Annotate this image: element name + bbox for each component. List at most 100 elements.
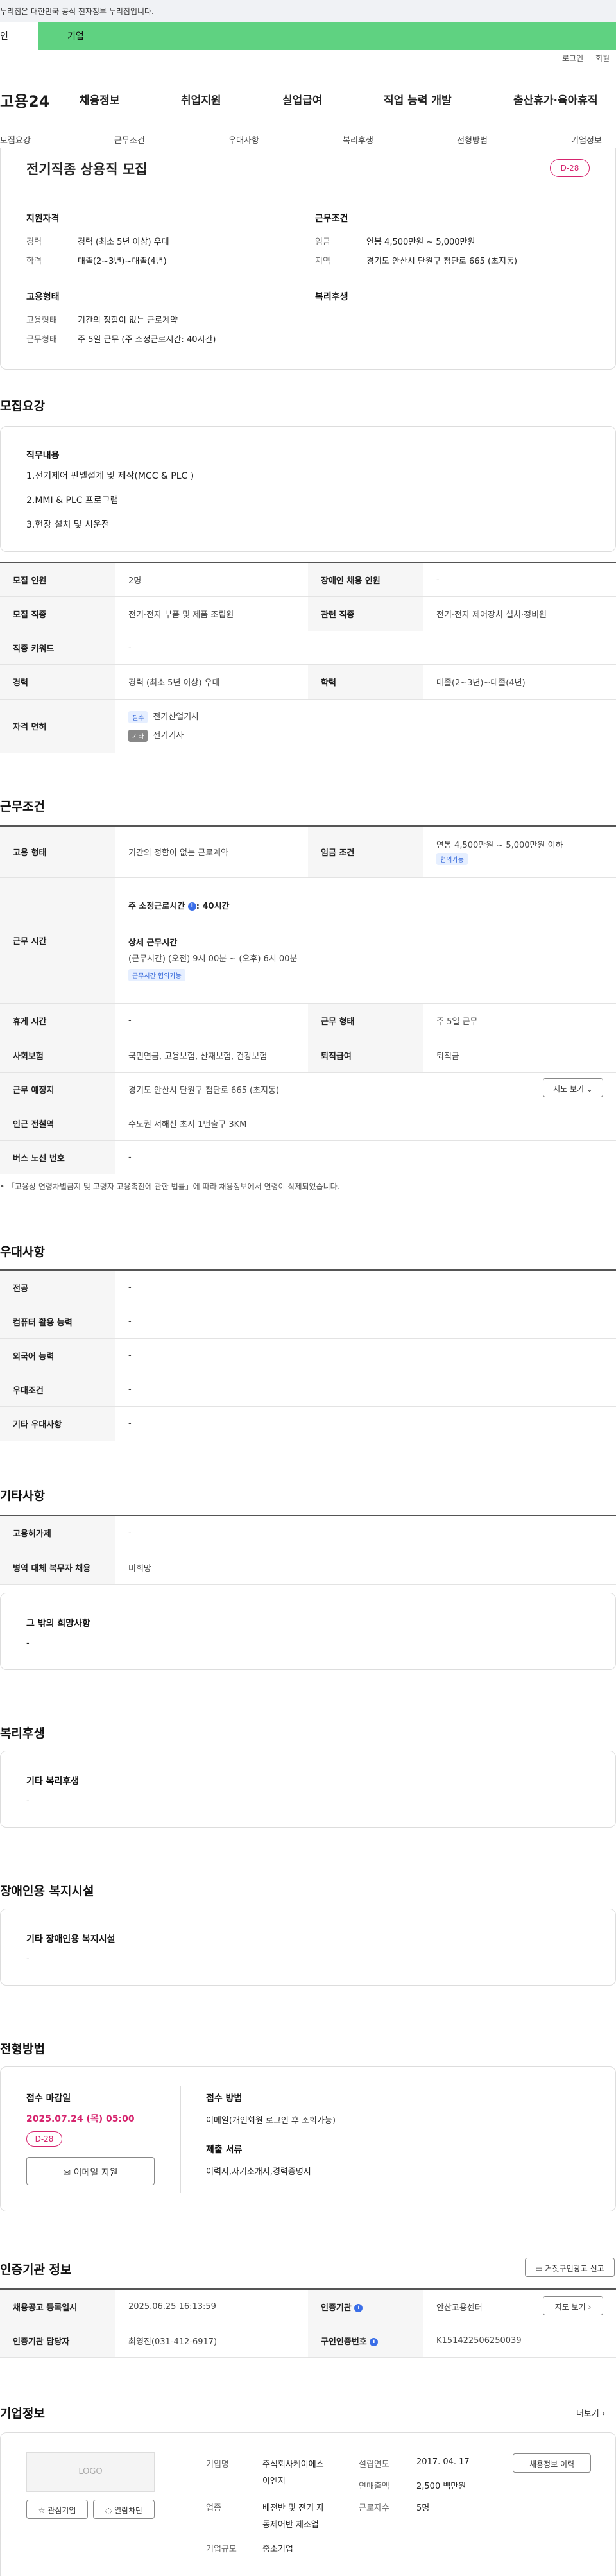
company-more-link[interactable]: 더보기 › xyxy=(576,2407,605,2419)
sales-label: 연매출액 xyxy=(359,2482,389,2491)
region-label: 지역 xyxy=(315,257,330,266)
license-required-value: 전기산업기사 xyxy=(153,712,200,722)
work-heading: 근무조건 xyxy=(0,800,45,814)
work-permit-value: - xyxy=(116,1515,616,1550)
bus-label: 버스 노선 번호 xyxy=(0,1140,116,1174)
welfare-other-value: - xyxy=(26,1796,30,1806)
emp-form-value: 기간의 정함이 없는 근로계약 xyxy=(116,825,308,878)
station-value: 수도권 서해선 초지 1번출구 3KM xyxy=(116,1106,616,1141)
company-name-label: 기업명 xyxy=(206,2460,229,2469)
company-size-label: 기업규모 xyxy=(206,2545,237,2554)
tab-personal[interactable]: 인 xyxy=(0,22,38,50)
work-hours-detail-title: 상세 근무시간 xyxy=(128,938,178,948)
education-value: 대졸(2~3년)~대졸(4년) xyxy=(78,257,167,266)
cert-map-button[interactable]: 지도 보기 › xyxy=(543,2296,603,2315)
cert-org-label-cell: 인증기관 i xyxy=(308,2288,424,2324)
false-ad-report-label: 거짓구인광고 신고 xyxy=(545,2264,604,2273)
work-place-value: 경기도 안산시 단원구 첨단로 665 (초지동) xyxy=(116,1072,616,1106)
education-label: 학력 xyxy=(26,257,42,266)
user-type-tabs: 인 기업 xyxy=(0,22,616,50)
info-icon[interactable]: i xyxy=(370,2337,379,2346)
anchor-company[interactable]: 기업정보 xyxy=(571,133,602,146)
block-icon: ◌ xyxy=(105,2506,112,2515)
cert-number-label: 구인인증번호 xyxy=(321,2337,367,2347)
anchor-recruit[interactable]: 모집요강 xyxy=(0,133,31,146)
license-cell: 필수 전기산업기사 기타 전기기사 xyxy=(116,699,616,753)
cert-number-value: K151422506250039 xyxy=(424,2324,616,2358)
favorite-company-button[interactable]: ☆ 관심기업 xyxy=(26,2500,88,2519)
work-hours-main-label: 주 소정근로시간 xyxy=(128,902,185,911)
mail-icon: ✉ xyxy=(63,2168,71,2178)
pref-other-value: - xyxy=(116,1406,616,1441)
license-other-tag: 기타 xyxy=(128,730,148,742)
anchor-selection[interactable]: 전형방법 xyxy=(457,133,488,146)
block-company-label: 열람차단 xyxy=(114,2506,143,2515)
block-company-button[interactable]: ◌ 열람차단 xyxy=(93,2500,155,2519)
tab-corporate[interactable]: 기업 xyxy=(38,22,616,50)
company-name-value-line1: 주식회사케이에스 xyxy=(262,2460,324,2469)
job-history-button[interactable]: 채용정보 이력 xyxy=(513,2453,591,2473)
method-value: 이메일(개인회원 로그인 후 조회가능) xyxy=(206,2116,336,2125)
pref-heading: 우대사항 xyxy=(0,1245,45,1259)
cert-table: 채용공고 등록일시 2025.06.25 16:13:59 인증기관 i 안산고… xyxy=(0,2288,616,2358)
career-label: 경력 xyxy=(26,237,42,247)
wish-value: - xyxy=(26,1638,30,1648)
deadline-value: 2025.07.24 (목) 05:00 xyxy=(26,2114,135,2124)
license-label: 자격 면허 xyxy=(0,699,116,753)
nav-item-employment-support[interactable]: 취업지원 xyxy=(181,91,221,107)
work-type-value: 주 5일 근무 (주 소정근로시간: 40시간) xyxy=(78,335,216,345)
dday-badge: D-28 xyxy=(550,159,590,177)
industry-label: 업종 xyxy=(206,2503,221,2513)
cert-manager-value: 최영진(031-412-6917) xyxy=(116,2324,308,2358)
login-link[interactable]: 로그인 xyxy=(562,53,583,64)
wage-cond-value: 연봉 4,500만원 ~ 5,000만원 이하 xyxy=(436,841,563,851)
region-value: 경기도 안산시 단원구 첨단로 665 (초지동) xyxy=(366,257,518,266)
career-req-label: 경력 xyxy=(0,664,116,700)
wage-label: 임금 xyxy=(315,237,330,247)
info-icon[interactable]: i xyxy=(187,902,196,911)
military-service-value: 비희망 xyxy=(116,1550,616,1585)
company-logo-placeholder: LOGO xyxy=(26,2452,155,2492)
cert-org-label: 인증기관 xyxy=(321,2303,352,2313)
job-keyword-label: 직종 키워드 xyxy=(0,631,116,665)
selection-dday-badge: D-28 xyxy=(26,2131,62,2147)
favorite-company-label: 관심기업 xyxy=(47,2506,76,2515)
document-icon: ▭ xyxy=(535,2264,543,2273)
gov-notice-text: 누리집은 대한민국 공식 전자정부 누리집입니다. xyxy=(0,7,154,16)
join-link[interactable]: 회원 xyxy=(595,53,610,64)
nav-item-training[interactable]: 직업 능력 개발 xyxy=(384,91,452,107)
job-category-value: 전기·전자 부품 및 제품 조립원 xyxy=(116,596,308,631)
site-logo[interactable]: 고용24 xyxy=(0,89,50,111)
work-form-label: 근무 형태 xyxy=(308,1003,424,1038)
nav-item-jobs[interactable]: 채용정보 xyxy=(80,91,120,107)
duty-item-1: 1.전기제어 판넬설계 및 제작(MCC & PLC ) xyxy=(26,471,194,481)
company-size-value: 중소기업 xyxy=(262,2545,293,2554)
pref-table: 전공 - 컴퓨터 활용 능력 - 외국어 능력 - 우대조건 - 기타 우대사항 - xyxy=(0,1269,616,1441)
retirement-label: 퇴직급여 xyxy=(308,1038,424,1073)
method-title: 접수 방법 xyxy=(206,2093,243,2104)
info-icon[interactable]: i xyxy=(354,2303,363,2312)
anchor-pref[interactable]: 우대사항 xyxy=(228,133,259,146)
company-heading: 기업정보 xyxy=(0,2407,45,2421)
nav-item-parental-leave[interactable]: 출산휴가·육아휴직 xyxy=(513,91,598,107)
education-req-value: 대졸(2~3년)~대졸(4년) xyxy=(424,664,616,700)
recruit-heading: 모집요강 xyxy=(0,399,45,413)
welfare-heading: 복리후생 xyxy=(0,1726,45,1740)
emp-form-label: 고용 형태 xyxy=(0,825,116,878)
work-permit-label: 고용허가제 xyxy=(0,1515,116,1550)
disabled-other-title: 기타 장애인용 복지시설 xyxy=(26,1934,116,1945)
welfare-title: 복리후생 xyxy=(315,292,348,302)
work-place-map-button[interactable]: 지도 보기 ⌄ xyxy=(543,1078,603,1097)
deadline-title: 접수 마감일 xyxy=(26,2093,71,2104)
nav-item-unemployment[interactable]: 실업급여 xyxy=(282,91,323,107)
cert-heading: 인증기관 정보 xyxy=(0,2263,72,2277)
false-ad-report-button[interactable]: ▭ 거짓구인광고 신고 xyxy=(525,2258,615,2277)
disabled-other-value: - xyxy=(26,1954,30,1964)
anchor-welfare[interactable]: 복리후생 xyxy=(343,133,373,146)
company-name-value-line2: 이엔지 xyxy=(262,2477,286,2486)
anchor-work[interactable]: 근무조건 xyxy=(114,133,145,146)
chevron-right-icon: › xyxy=(588,2303,592,2312)
email-apply-button[interactable]: ✉ 이메일 지원 xyxy=(26,2157,155,2185)
established-label: 설립연도 xyxy=(359,2460,389,2469)
industry-value-line2: 동제어반 제조업 xyxy=(262,2520,319,2530)
